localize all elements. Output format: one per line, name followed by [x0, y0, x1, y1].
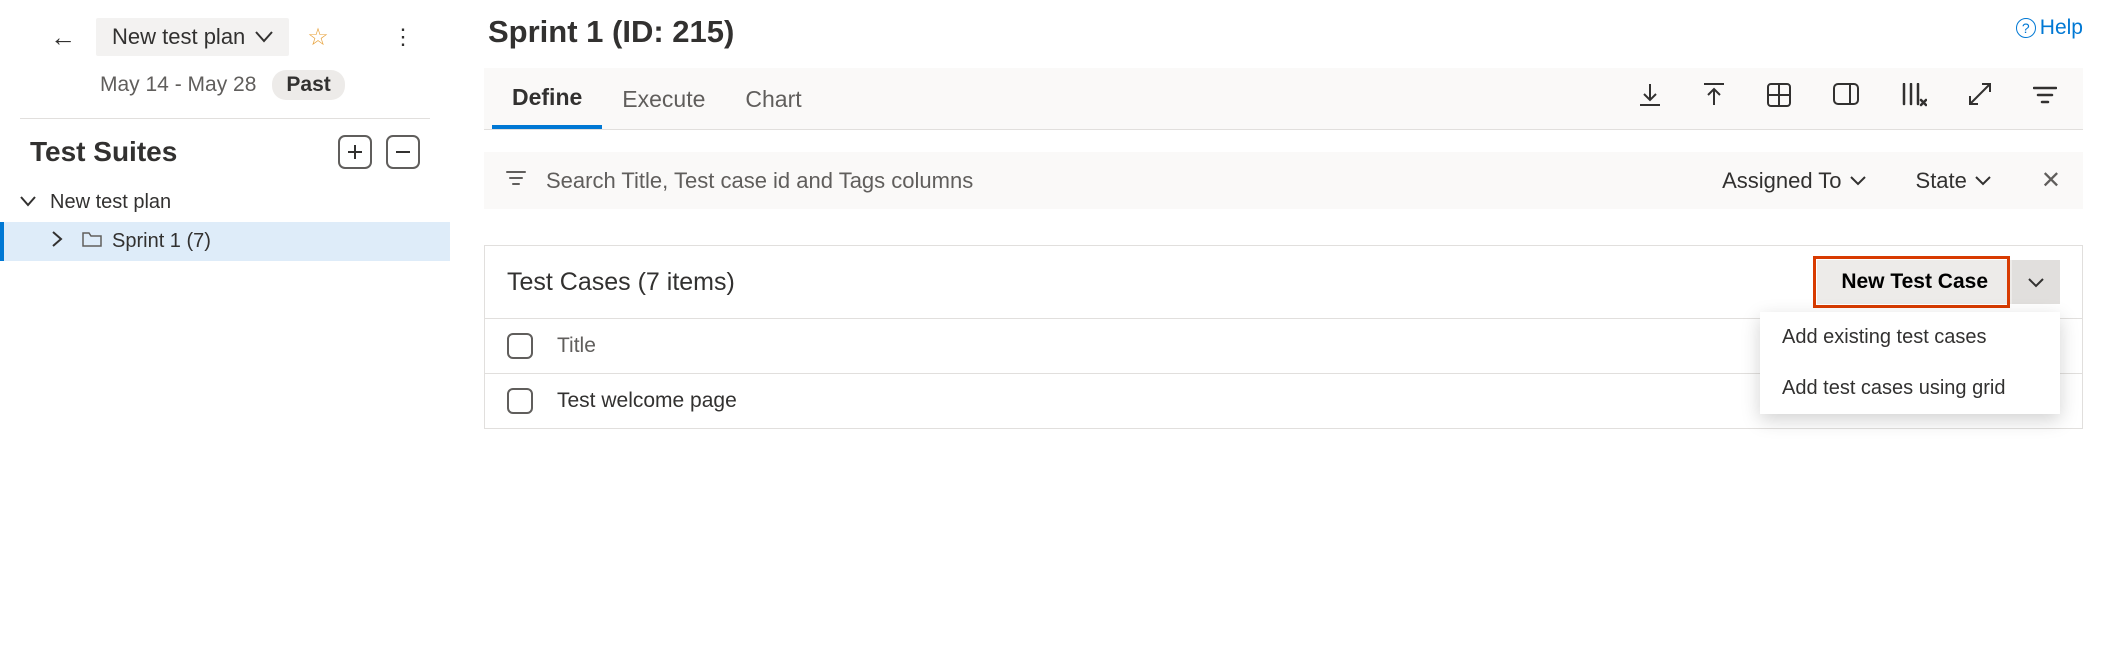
test-cases-table: Test Cases (7 items) New Test Case Add e… [484, 245, 2083, 429]
new-test-case-splitbutton: New Test Case Add existing test cases Ad… [1817, 260, 2060, 304]
tree-item-root[interactable]: New test plan [0, 183, 450, 222]
import-icon[interactable] [1703, 83, 1725, 114]
tree-item-label: Sprint 1 (7) [112, 230, 211, 253]
suite-tree: New test plan Sprint 1 (7) [0, 179, 450, 265]
past-badge: Past [272, 70, 344, 100]
chevron-down-icon [20, 192, 40, 213]
export-icon[interactable] [1639, 83, 1661, 114]
chevron-down-icon [2028, 278, 2044, 288]
more-menu-icon[interactable]: ⋮ [376, 24, 430, 50]
collapse-suite-button[interactable] [386, 135, 420, 169]
back-arrow-icon[interactable]: ← [50, 22, 76, 53]
chevron-right-icon [52, 231, 72, 252]
plan-dropdown[interactable]: New test plan [96, 18, 289, 56]
menu-add-existing[interactable]: Add existing test cases [1760, 312, 2060, 363]
plan-date-row: May 14 - May 28 Past [0, 56, 450, 118]
close-icon[interactable]: ✕ [2041, 166, 2061, 195]
plan-header: ← New test plan ☆ ⋮ [0, 18, 450, 56]
page-title: Sprint 1 (ID: 215) [484, 14, 2083, 68]
plus-icon [347, 144, 363, 160]
column-title[interactable]: Title [557, 334, 1820, 358]
table-title: Test Cases (7 items) [507, 268, 1817, 297]
search-input[interactable] [546, 168, 1672, 194]
chevron-down-icon [1975, 176, 1991, 186]
row-checkbox[interactable] [507, 388, 533, 414]
help-label: Help [2040, 16, 2083, 40]
add-suite-button[interactable] [338, 135, 372, 169]
help-link[interactable]: ? Help [2016, 16, 2083, 40]
search-bar: Assigned To State ✕ [484, 152, 2083, 209]
sidebar: ← New test plan ☆ ⋮ May 14 - May 28 Past… [0, 0, 450, 659]
side-panel-icon[interactable] [1833, 83, 1859, 114]
favorite-star-icon[interactable]: ☆ [307, 23, 329, 52]
tab-execute[interactable]: Execute [602, 70, 725, 127]
chevron-down-icon [255, 31, 273, 43]
filter-icon[interactable] [2033, 83, 2057, 114]
filter-state-label: State [1916, 168, 1967, 194]
toolbar [1639, 83, 2075, 114]
minus-icon [395, 144, 411, 160]
menu-add-grid[interactable]: Add test cases using grid [1760, 363, 2060, 414]
tab-define[interactable]: Define [492, 68, 602, 129]
help-icon: ? [2016, 18, 2036, 38]
main-content: ? Help Sprint 1 (ID: 215) Define Execute… [450, 0, 2121, 659]
filter-assigned-to[interactable]: Assigned To [1722, 168, 1865, 194]
new-test-case-button[interactable]: New Test Case [1817, 260, 2012, 304]
filter-lines-icon[interactable] [506, 169, 526, 192]
grid-view-icon[interactable] [1767, 83, 1791, 114]
filter-assigned-label: Assigned To [1722, 168, 1841, 194]
filter-state[interactable]: State [1916, 168, 1991, 194]
folder-icon [82, 231, 102, 252]
suites-header: Test Suites [0, 119, 450, 179]
new-test-case-dropdown-toggle[interactable] [2012, 260, 2060, 304]
tab-chart[interactable]: Chart [725, 70, 821, 127]
table-header: Test Cases (7 items) New Test Case Add e… [485, 246, 2082, 319]
columns-icon[interactable] [1901, 83, 1927, 114]
chevron-down-icon [1850, 176, 1866, 186]
select-all-checkbox[interactable] [507, 333, 533, 359]
suites-title: Test Suites [30, 136, 324, 168]
fullscreen-icon[interactable] [1969, 83, 1991, 114]
new-test-case-menu: Add existing test cases Add test cases u… [1760, 312, 2060, 414]
tree-item-sprint[interactable]: Sprint 1 (7) [0, 222, 450, 261]
plan-name-label: New test plan [112, 24, 245, 50]
row-title: Test welcome page [557, 389, 1820, 413]
tree-item-label: New test plan [50, 191, 171, 214]
tab-bar: Define Execute Chart [484, 68, 2083, 130]
date-range-label: May 14 - May 28 [100, 73, 256, 97]
